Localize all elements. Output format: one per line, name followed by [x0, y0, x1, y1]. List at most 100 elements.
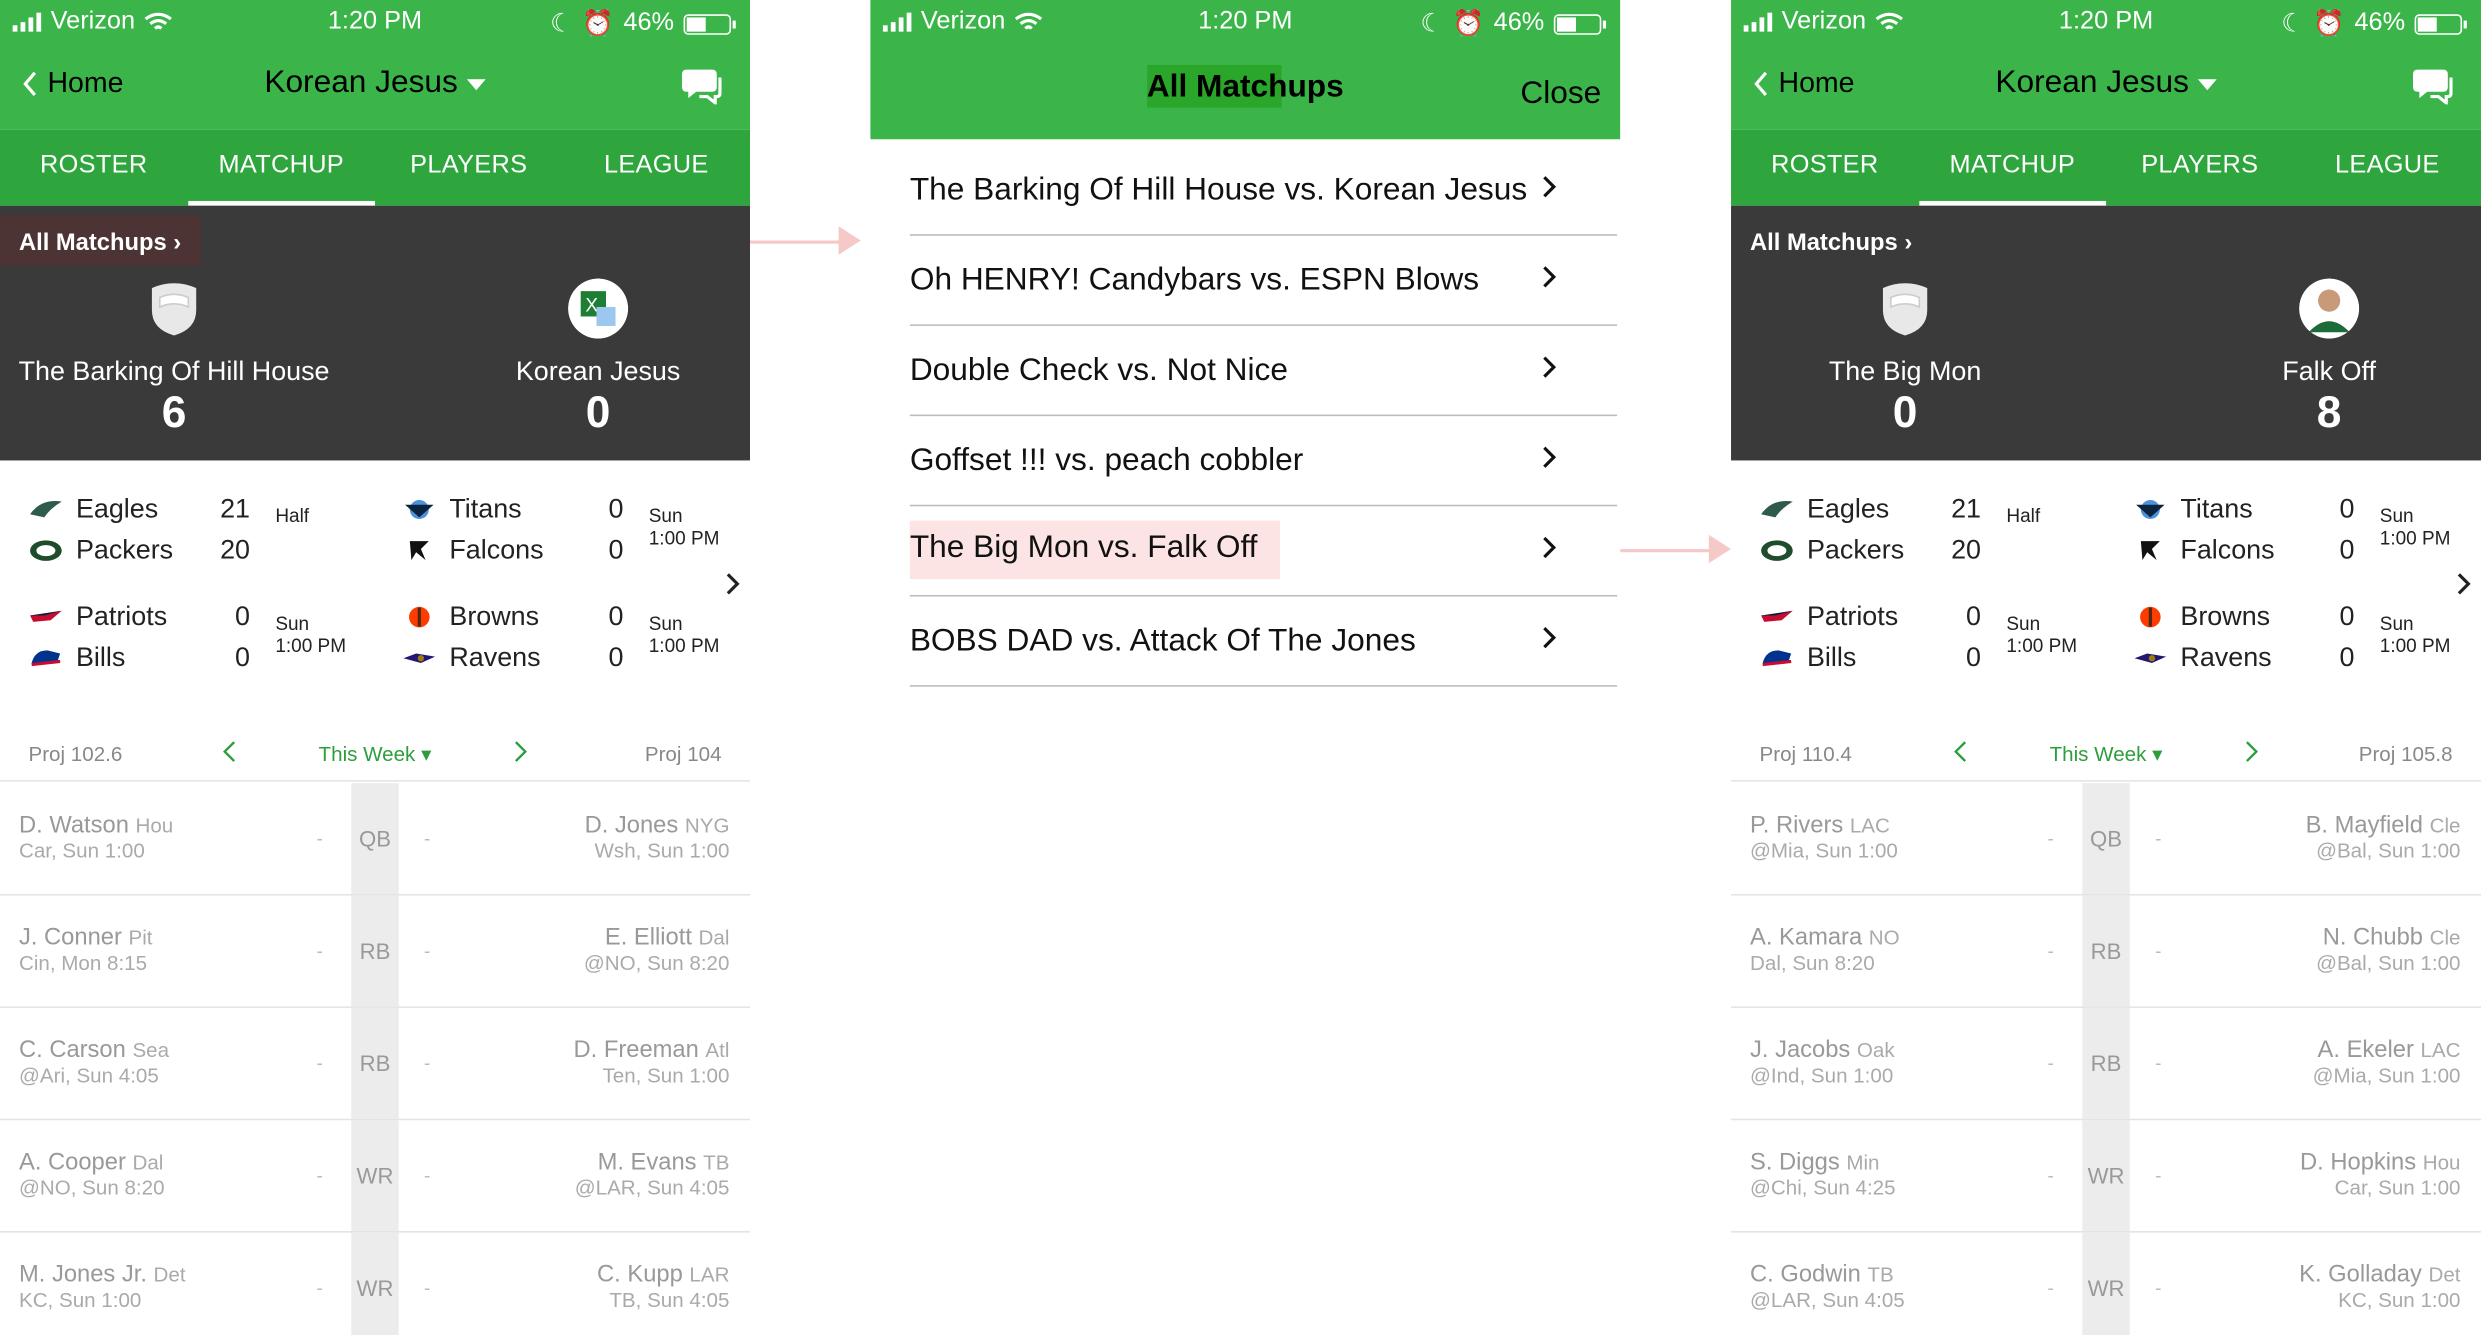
left-player[interactable]: D. Watson Hou Car, Sun 1:00 [19, 812, 173, 863]
tab-league[interactable]: LEAGUE [2294, 130, 2481, 206]
nav-bar: Home Korean Jesus [0, 44, 750, 129]
chat-button[interactable] [2411, 66, 2455, 112]
next-games-button[interactable] [725, 571, 741, 604]
position-label: WR [351, 1120, 399, 1232]
score-b: 0 [608, 534, 624, 565]
left-points: - [316, 1052, 323, 1075]
status-bar: Verizon 1:20 PM ☾ ⏰ 46% [870, 0, 1620, 44]
left-player[interactable]: J. Conner Pit Cin, Mon 8:15 [19, 924, 153, 975]
tab-players[interactable]: PLAYERS [2106, 130, 2294, 206]
tab-roster[interactable]: ROSTER [1731, 130, 1919, 206]
matchup-item[interactable]: Double Check vs. Not Nice [909, 326, 1618, 417]
left-player[interactable]: C. Carson Sea @Ari, Sun 4:05 [19, 1036, 169, 1087]
right-player[interactable]: C. Kupp LAR TB, Sun 4:05 [597, 1261, 729, 1312]
left-player[interactable]: S. Diggs Min @Chi, Sun 4:25 [1750, 1149, 1896, 1200]
right-player[interactable]: D. Jones NYG Wsh, Sun 1:00 [585, 812, 730, 863]
tab-roster[interactable]: ROSTER [0, 130, 188, 206]
player-team: Atl [705, 1037, 730, 1062]
game-status: Sun 1:00 PM [2006, 612, 2078, 657]
player-name: C. Kupp [597, 1261, 683, 1288]
position-label: RB [351, 1007, 399, 1119]
tab-players[interactable]: PLAYERS [375, 130, 563, 206]
player-team: TB [1867, 1262, 1894, 1287]
matchup-item[interactable]: The Big Mon vs. Falk Off [909, 506, 1618, 597]
next-week-button[interactable] [513, 739, 529, 769]
falcons-logo-icon [2140, 541, 2160, 561]
matchup-item[interactable]: Goffset !!! vs. peach cobbler [909, 416, 1618, 507]
chat-button[interactable] [680, 66, 724, 112]
left-player[interactable]: P. Rivers LAC @Mia, Sun 1:00 [1750, 812, 1898, 863]
tab-league[interactable]: LEAGUE [563, 130, 751, 206]
left-player[interactable]: C. Godwin TB @LAR, Sun 4:05 [1750, 1261, 1905, 1312]
team-selector[interactable]: Korean Jesus [0, 65, 750, 101]
game-card[interactable]: Eagles 21 Packers 20 Half [1731, 489, 2079, 578]
score-a: 21 [1951, 493, 1982, 524]
tab-matchup[interactable]: MATCHUP [187, 130, 376, 206]
left-team[interactable]: The Barking Of Hill House 6 [0, 278, 348, 438]
game-card[interactable]: Eagles 21 Packers 20 Half [0, 489, 348, 578]
game-card[interactable]: Titans 0 Falcons 0 Sun 1:00 PM [2104, 489, 2452, 578]
left-player[interactable]: A. Kamara NO Dal, Sun 8:20 [1750, 924, 1900, 975]
right-player[interactable]: N. Chubb Cle @Bal, Sun 1:00 [2316, 924, 2460, 975]
game-card[interactable]: Patriots 0 Bills 0 Sun 1:00 PM [1731, 597, 2079, 686]
position-label: WR [2082, 1232, 2130, 1335]
roster-slot: S. Diggs Min @Chi, Sun 4:25 - WR - D. Hopkins… [1731, 1120, 2481, 1233]
player-name: K. Golladay [2299, 1261, 2422, 1288]
right-team[interactable]: X Korean Jesus 0 [424, 278, 750, 438]
player-name: J. Jacobs [1750, 1036, 1851, 1064]
right-player[interactable]: D. Freeman Atl Ten, Sun 1:00 [574, 1036, 730, 1087]
player-name: D. Hopkins [2300, 1148, 2417, 1176]
player-name: C. Godwin [1750, 1261, 1861, 1288]
right-player[interactable]: A. Ekeler LAC @Mia, Sun 1:00 [2313, 1036, 2461, 1087]
right-team[interactable]: Falk Off 8 [2155, 278, 2481, 438]
matchup-item[interactable]: Oh HENRY! Candybars vs. ESPN Blows [909, 236, 1618, 326]
bills-logo-icon [31, 650, 61, 667]
left-player[interactable]: A. Cooper Dal @NO, Sun 8:20 [19, 1149, 165, 1200]
player-game: @Bal, Sun 1:00 [2316, 950, 2461, 975]
right-player[interactable]: K. Golladay Det KC, Sun 1:00 [2299, 1261, 2460, 1312]
close-button[interactable]: Close [1520, 76, 1601, 112]
left-player[interactable]: J. Jacobs Oak @Ind, Sun 1:00 [1750, 1036, 1895, 1087]
player-name: J. Conner [18, 924, 122, 951]
matchup-item[interactable]: BOBS DAD vs. Attack Of The Jones [909, 597, 1618, 687]
right-points: - [2155, 1164, 2162, 1187]
player-game: @LAR, Sun 4:05 [574, 1175, 730, 1200]
left-points: - [316, 1276, 323, 1300]
game-card[interactable]: Browns 0 Ravens 0 Sun 1:00 PM [373, 597, 721, 686]
spreadsheet-logo-icon: X [568, 278, 629, 339]
week-dropdown[interactable]: This Week ▾ [0, 742, 750, 767]
right-player[interactable]: B. Mayfield Cle @Bal, Sun 1:00 [2306, 812, 2461, 863]
right-player[interactable]: M. Evans TB @LAR, Sun 4:05 [575, 1149, 730, 1200]
player-team: Sea [132, 1037, 170, 1062]
right-player[interactable]: D. Hopkins Hou Car, Sun 1:00 [2300, 1149, 2460, 1200]
score-a: 0 [2339, 601, 2355, 632]
right-team-score: 8 [2316, 387, 2342, 437]
player-game: @Ari, Sun 4:05 [18, 1063, 159, 1088]
game-card[interactable]: Patriots 0 Bills 0 Sun 1:00 PM [0, 597, 348, 686]
position-label: RB [2082, 895, 2130, 1007]
week-label: This Week [318, 742, 416, 766]
score-a: 0 [2339, 493, 2355, 524]
all-matchups-link[interactable]: All Matchups › [1731, 215, 1931, 266]
team-b: Falcons [2180, 534, 2275, 565]
game-card[interactable]: Browns 0 Ravens 0 Sun 1:00 PM [2104, 597, 2452, 686]
score-a: 0 [1966, 601, 1982, 632]
week-selector: Proj 110.4 This Week ▾ Proj 105.8 [1731, 729, 2481, 782]
game-status: Sun 1:00 PM [275, 612, 347, 657]
left-player[interactable]: M. Jones Jr. Det KC, Sun 1:00 [19, 1261, 186, 1312]
all-matchups-link[interactable]: All Matchups › [0, 215, 201, 266]
tab-matchup[interactable]: MATCHUP [1918, 130, 2107, 206]
game-card[interactable]: Titans 0 Falcons 0 Sun 1:00 PM [373, 489, 721, 578]
matchup-item[interactable]: The Barking Of Hill House vs. Korean Jes… [909, 146, 1618, 236]
right-player[interactable]: E. Elliott Dal @NO, Sun 8:20 [584, 924, 730, 975]
player-name: C. Carson [18, 1036, 126, 1064]
team-selector[interactable]: Korean Jesus [1731, 65, 2481, 101]
chevron-right-icon [1543, 536, 1557, 559]
player-name: M. Jones Jr. [18, 1261, 147, 1288]
left-team[interactable]: The Big Mon 0 [1731, 278, 2079, 438]
chevron-right-icon [1543, 356, 1557, 378]
left-points: - [2047, 827, 2054, 850]
score-b: 20 [1951, 534, 1982, 565]
next-games-button[interactable] [2456, 571, 2472, 604]
next-week-button[interactable] [2244, 739, 2260, 769]
